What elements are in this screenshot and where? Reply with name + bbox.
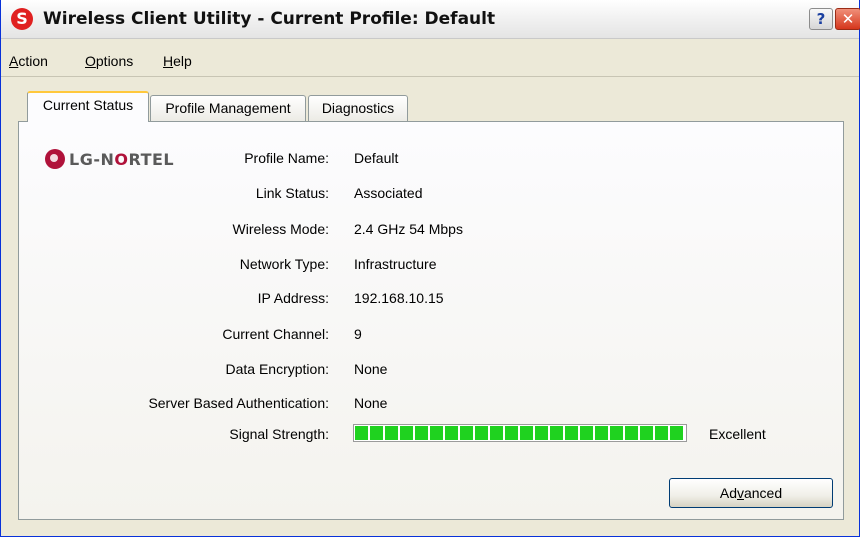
signal-segment xyxy=(595,426,608,440)
signal-segment xyxy=(550,426,563,440)
signal-segment xyxy=(655,426,668,440)
signal-strength-label: Signal Strength: xyxy=(229,426,329,442)
lg-nortel-logo: LG-NORTEL xyxy=(45,148,174,170)
signal-segment xyxy=(490,426,503,440)
signal-segment xyxy=(355,426,368,440)
profile-name-value: Default xyxy=(354,150,399,166)
tab-diagnostics[interactable]: Diagnostics xyxy=(308,95,408,121)
signal-segment xyxy=(505,426,518,440)
signal-segment xyxy=(670,426,683,440)
signal-segment xyxy=(625,426,638,440)
profile-name-label: Profile Name: xyxy=(244,150,329,166)
lg-logo-icon xyxy=(45,149,65,169)
data-encryption-value: None xyxy=(354,361,388,377)
server-auth-label: Server Based Authentication: xyxy=(148,395,329,411)
signal-strength-bar xyxy=(353,424,687,442)
server-auth-value: None xyxy=(354,395,388,411)
logo-lg: LG xyxy=(69,149,94,169)
current-status-panel xyxy=(18,121,844,520)
signal-segment xyxy=(400,426,413,440)
menu-action-label-rest: ction xyxy=(18,53,48,69)
signal-segment xyxy=(430,426,443,440)
ip-address-value: 192.168.10.15 xyxy=(354,290,444,306)
advanced-button[interactable]: Advanced xyxy=(669,478,833,508)
network-type-label: Network Type: xyxy=(239,256,329,272)
signal-segment xyxy=(370,426,383,440)
wireless-mode-label: Wireless Mode: xyxy=(232,221,329,237)
advanced-label-rest: anced xyxy=(743,485,783,501)
menu-separator xyxy=(1,76,859,77)
signal-segment xyxy=(445,426,458,440)
logo-rest: RTEL xyxy=(128,149,175,169)
link-status-label: Link Status: xyxy=(255,185,329,201)
signal-segment xyxy=(580,426,593,440)
menu-options-mnemonic: O xyxy=(85,53,96,69)
signal-segment xyxy=(520,426,533,440)
title-bar[interactable]: S Wireless Client Utility - Current Prof… xyxy=(1,0,860,39)
close-button[interactable]: ✕ xyxy=(835,8,860,30)
signal-segment xyxy=(535,426,548,440)
signal-strength-value: Excellent xyxy=(709,426,766,442)
signal-segment xyxy=(640,426,653,440)
advanced-label-a: Ad xyxy=(719,485,737,501)
menu-help-mnemonic: H xyxy=(163,53,174,69)
signal-segment xyxy=(565,426,578,440)
signal-segment xyxy=(475,426,488,440)
help-button[interactable]: ? xyxy=(809,8,833,30)
network-type-value: Infrastructure xyxy=(354,256,437,272)
signal-segment xyxy=(385,426,398,440)
data-encryption-label: Data Encryption: xyxy=(225,361,330,377)
signal-segment xyxy=(610,426,623,440)
menu-options[interactable]: Options xyxy=(85,53,133,69)
menu-bar: Action Options Help xyxy=(1,49,859,75)
tab-current-status[interactable]: Current Status xyxy=(27,91,149,122)
signal-segment xyxy=(460,426,473,440)
lg-nortel-wordmark: LG-NORTEL xyxy=(69,150,174,169)
menu-help[interactable]: Help xyxy=(163,53,192,69)
window-title: Wireless Client Utility - Current Profil… xyxy=(43,9,496,29)
menu-options-label-rest: ptions xyxy=(95,53,134,69)
wireless-client-utility-window: S Wireless Client Utility - Current Prof… xyxy=(0,0,860,537)
signal-strength-fill xyxy=(355,426,683,440)
menu-help-label-rest: elp xyxy=(173,53,192,69)
tab-profile-management[interactable]: Profile Management xyxy=(150,95,306,121)
ip-address-label: IP Address: xyxy=(257,290,329,306)
current-channel-label: Current Channel: xyxy=(222,326,329,342)
logo-sep: -N xyxy=(93,149,115,169)
logo-o: O xyxy=(114,149,129,169)
menu-action-mnemonic: A xyxy=(9,53,19,69)
signal-segment xyxy=(415,426,428,440)
current-channel-value: 9 xyxy=(354,326,362,342)
wireless-utility-logo-icon: S xyxy=(11,8,33,30)
advanced-label-mnemonic: v xyxy=(736,485,744,501)
link-status-value: Associated xyxy=(354,185,423,201)
menu-action[interactable]: Action xyxy=(9,53,48,69)
wireless-mode-value: 2.4 GHz 54 Mbps xyxy=(354,221,463,237)
